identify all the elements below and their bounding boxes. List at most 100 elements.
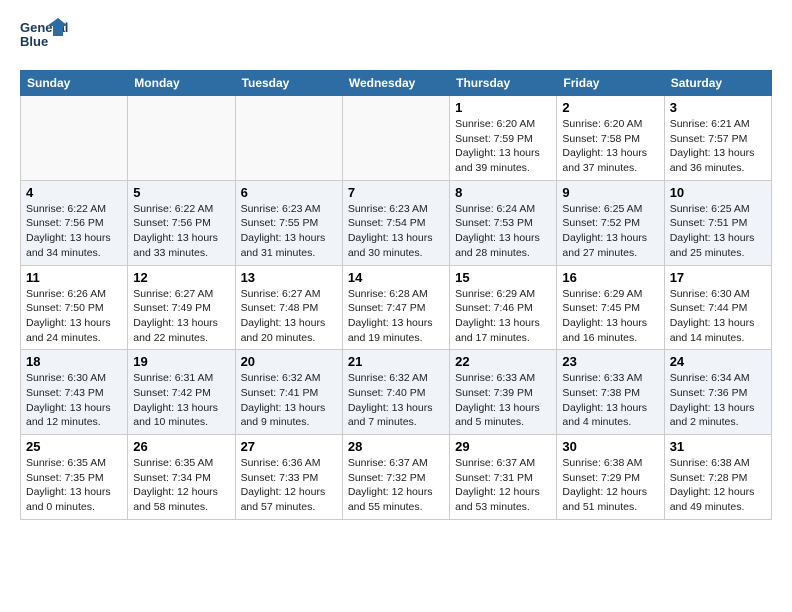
day-info: Sunrise: 6:20 AM Sunset: 7:58 PM Dayligh… bbox=[562, 117, 658, 176]
day-info: Sunrise: 6:28 AM Sunset: 7:47 PM Dayligh… bbox=[348, 287, 444, 346]
day-number: 16 bbox=[562, 270, 658, 285]
day-info: Sunrise: 6:35 AM Sunset: 7:34 PM Dayligh… bbox=[133, 456, 229, 515]
day-info: Sunrise: 6:38 AM Sunset: 7:28 PM Dayligh… bbox=[670, 456, 766, 515]
calendar-cell: 18Sunrise: 6:30 AM Sunset: 7:43 PM Dayli… bbox=[21, 350, 128, 435]
calendar-cell: 27 Sunrise: 6:36 AM Sunset: 7:33 PM Dayli… bbox=[235, 435, 342, 520]
calendar-cell: 29Sunrise: 6:37 AM Sunset: 7:31 PM Dayli… bbox=[450, 435, 557, 520]
calendar-cell bbox=[235, 96, 342, 181]
day-info: Sunrise: 6:24 AM Sunset: 7:53 PM Dayligh… bbox=[455, 202, 551, 261]
calendar-cell: 21 Sunrise: 6:32 AM Sunset: 7:40 PM Dayli… bbox=[342, 350, 449, 435]
day-info: Sunrise: 6:22 AM Sunset: 7:56 PM Dayligh… bbox=[133, 202, 229, 261]
day-info: Sunrise: 6:20 AM Sunset: 7:59 PM Dayligh… bbox=[455, 117, 551, 176]
day-number: 11 bbox=[26, 270, 122, 285]
day-number: 8 bbox=[455, 185, 551, 200]
day-info: Sunrise: 6:26 AM Sunset: 7:50 PM Dayligh… bbox=[26, 287, 122, 346]
calendar-cell: 24Sunrise: 6:34 AM Sunset: 7:36 PM Dayli… bbox=[664, 350, 771, 435]
day-number: 14 bbox=[348, 270, 444, 285]
day-number: 21 bbox=[348, 354, 444, 369]
calendar-cell: 1 Sunrise: 6:20 AM Sunset: 7:59 PM Daylig… bbox=[450, 96, 557, 181]
day-number: 30 bbox=[562, 439, 658, 454]
calendar-cell: 5 Sunrise: 6:22 AM Sunset: 7:56 PM Daylig… bbox=[128, 180, 235, 265]
calendar-cell bbox=[128, 96, 235, 181]
calendar-cell: 30 Sunrise: 6:38 AM Sunset: 7:29 PM Dayli… bbox=[557, 435, 664, 520]
day-info: Sunrise: 6:30 AM Sunset: 7:44 PM Dayligh… bbox=[670, 287, 766, 346]
calendar-cell: 20 Sunrise: 6:32 AM Sunset: 7:41 PM Dayli… bbox=[235, 350, 342, 435]
day-info: Sunrise: 6:30 AM Sunset: 7:43 PM Dayligh… bbox=[26, 371, 122, 430]
calendar-table: SundayMondayTuesdayWednesdayThursdayFrid… bbox=[20, 70, 772, 520]
calendar-cell: 6 Sunrise: 6:23 AM Sunset: 7:55 PM Daylig… bbox=[235, 180, 342, 265]
logo-svg: General Blue bbox=[20, 16, 70, 60]
calendar-week-4: 18Sunrise: 6:30 AM Sunset: 7:43 PM Dayli… bbox=[21, 350, 772, 435]
day-number: 3 bbox=[670, 100, 766, 115]
day-info: Sunrise: 6:31 AM Sunset: 7:42 PM Dayligh… bbox=[133, 371, 229, 430]
day-number: 24 bbox=[670, 354, 766, 369]
day-info: Sunrise: 6:37 AM Sunset: 7:32 PM Dayligh… bbox=[348, 456, 444, 515]
calendar-cell: 9 Sunrise: 6:25 AM Sunset: 7:52 PM Daylig… bbox=[557, 180, 664, 265]
day-number: 2 bbox=[562, 100, 658, 115]
day-number: 9 bbox=[562, 185, 658, 200]
day-info: Sunrise: 6:25 AM Sunset: 7:52 PM Dayligh… bbox=[562, 202, 658, 261]
calendar-cell: 25 Sunrise: 6:35 AM Sunset: 7:35 PM Dayli… bbox=[21, 435, 128, 520]
day-number: 17 bbox=[670, 270, 766, 285]
weekday-header-monday: Monday bbox=[128, 71, 235, 96]
calendar-cell: 10 Sunrise: 6:25 AM Sunset: 7:51 PM Dayli… bbox=[664, 180, 771, 265]
day-number: 27 bbox=[241, 439, 337, 454]
weekday-header-saturday: Saturday bbox=[664, 71, 771, 96]
calendar-cell: 8 Sunrise: 6:24 AM Sunset: 7:53 PM Daylig… bbox=[450, 180, 557, 265]
page-header: General Blue bbox=[20, 16, 772, 60]
day-info: Sunrise: 6:22 AM Sunset: 7:56 PM Dayligh… bbox=[26, 202, 122, 261]
day-info: Sunrise: 6:27 AM Sunset: 7:49 PM Dayligh… bbox=[133, 287, 229, 346]
day-info: Sunrise: 6:27 AM Sunset: 7:48 PM Dayligh… bbox=[241, 287, 337, 346]
day-info: Sunrise: 6:29 AM Sunset: 7:46 PM Dayligh… bbox=[455, 287, 551, 346]
day-number: 28 bbox=[348, 439, 444, 454]
day-number: 20 bbox=[241, 354, 337, 369]
day-info: Sunrise: 6:25 AM Sunset: 7:51 PM Dayligh… bbox=[670, 202, 766, 261]
day-info: Sunrise: 6:35 AM Sunset: 7:35 PM Dayligh… bbox=[26, 456, 122, 515]
calendar-cell: 15Sunrise: 6:29 AM Sunset: 7:46 PM Dayli… bbox=[450, 265, 557, 350]
day-number: 13 bbox=[241, 270, 337, 285]
weekday-header-friday: Friday bbox=[557, 71, 664, 96]
calendar-week-1: 1 Sunrise: 6:20 AM Sunset: 7:59 PM Daylig… bbox=[21, 96, 772, 181]
calendar-cell: 23 Sunrise: 6:33 AM Sunset: 7:38 PM Dayli… bbox=[557, 350, 664, 435]
day-info: Sunrise: 6:23 AM Sunset: 7:54 PM Dayligh… bbox=[348, 202, 444, 261]
day-info: Sunrise: 6:33 AM Sunset: 7:38 PM Dayligh… bbox=[562, 371, 658, 430]
weekday-header-wednesday: Wednesday bbox=[342, 71, 449, 96]
day-info: Sunrise: 6:32 AM Sunset: 7:40 PM Dayligh… bbox=[348, 371, 444, 430]
day-number: 4 bbox=[26, 185, 122, 200]
day-number: 31 bbox=[670, 439, 766, 454]
day-number: 25 bbox=[26, 439, 122, 454]
day-info: Sunrise: 6:29 AM Sunset: 7:45 PM Dayligh… bbox=[562, 287, 658, 346]
calendar-week-5: 25 Sunrise: 6:35 AM Sunset: 7:35 PM Dayli… bbox=[21, 435, 772, 520]
day-number: 22 bbox=[455, 354, 551, 369]
calendar-cell bbox=[21, 96, 128, 181]
calendar-cell: 11 Sunrise: 6:26 AM Sunset: 7:50 PM Dayli… bbox=[21, 265, 128, 350]
day-info: Sunrise: 6:33 AM Sunset: 7:39 PM Dayligh… bbox=[455, 371, 551, 430]
day-number: 10 bbox=[670, 185, 766, 200]
weekday-header-thursday: Thursday bbox=[450, 71, 557, 96]
day-info: Sunrise: 6:37 AM Sunset: 7:31 PM Dayligh… bbox=[455, 456, 551, 515]
calendar-cell bbox=[342, 96, 449, 181]
day-number: 1 bbox=[455, 100, 551, 115]
day-number: 12 bbox=[133, 270, 229, 285]
calendar-cell: 17 Sunrise: 6:30 AM Sunset: 7:44 PM Dayli… bbox=[664, 265, 771, 350]
day-number: 23 bbox=[562, 354, 658, 369]
day-number: 19 bbox=[133, 354, 229, 369]
calendar-cell: 26Sunrise: 6:35 AM Sunset: 7:34 PM Dayli… bbox=[128, 435, 235, 520]
calendar-week-2: 4 Sunrise: 6:22 AM Sunset: 7:56 PM Daylig… bbox=[21, 180, 772, 265]
day-info: Sunrise: 6:23 AM Sunset: 7:55 PM Dayligh… bbox=[241, 202, 337, 261]
day-number: 6 bbox=[241, 185, 337, 200]
logo: General Blue bbox=[20, 16, 70, 60]
day-number: 5 bbox=[133, 185, 229, 200]
calendar-cell: 2 Sunrise: 6:20 AM Sunset: 7:58 PM Daylig… bbox=[557, 96, 664, 181]
calendar-cell: 7Sunrise: 6:23 AM Sunset: 7:54 PM Daylig… bbox=[342, 180, 449, 265]
day-info: Sunrise: 6:36 AM Sunset: 7:33 PM Dayligh… bbox=[241, 456, 337, 515]
svg-text:Blue: Blue bbox=[20, 34, 48, 49]
calendar-cell: 22 Sunrise: 6:33 AM Sunset: 7:39 PM Dayli… bbox=[450, 350, 557, 435]
calendar-week-3: 11 Sunrise: 6:26 AM Sunset: 7:50 PM Dayli… bbox=[21, 265, 772, 350]
day-info: Sunrise: 6:38 AM Sunset: 7:29 PM Dayligh… bbox=[562, 456, 658, 515]
calendar-cell: 14 Sunrise: 6:28 AM Sunset: 7:47 PM Dayli… bbox=[342, 265, 449, 350]
calendar-cell: 12 Sunrise: 6:27 AM Sunset: 7:49 PM Dayli… bbox=[128, 265, 235, 350]
day-info: Sunrise: 6:32 AM Sunset: 7:41 PM Dayligh… bbox=[241, 371, 337, 430]
day-info: Sunrise: 6:21 AM Sunset: 7:57 PM Dayligh… bbox=[670, 117, 766, 176]
calendar-cell: 4 Sunrise: 6:22 AM Sunset: 7:56 PM Daylig… bbox=[21, 180, 128, 265]
